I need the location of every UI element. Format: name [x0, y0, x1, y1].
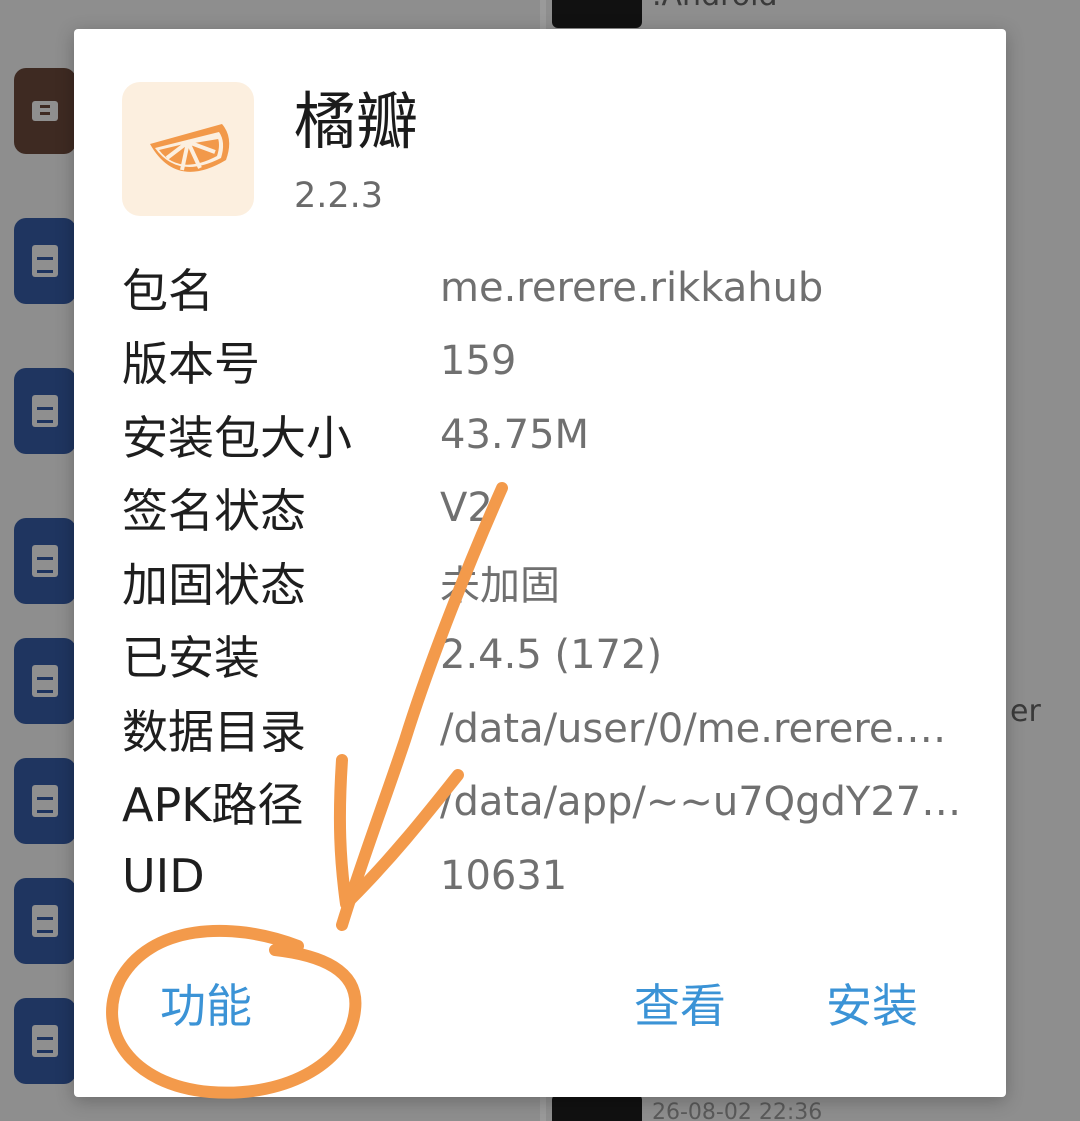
info-row-signature: 签名状态 V2	[122, 472, 962, 546]
info-value: me.rerere.rikkahub	[440, 264, 824, 311]
info-label: 版本号	[122, 337, 260, 392]
document-file-icon	[14, 638, 76, 724]
document-file-icon	[14, 998, 76, 1084]
file-thumbnail	[552, 1094, 642, 1121]
info-label: 数据目录	[122, 704, 306, 759]
document-file-icon	[14, 878, 76, 964]
app-info-list: 包名 me.rerere.rikkahub 版本号 159 安装包大小 43.7…	[122, 251, 962, 913]
info-row-version-code: 版本号 159	[122, 325, 962, 399]
code-file-icon	[14, 218, 76, 304]
info-value: 43.75M	[440, 411, 590, 458]
background-file-name: er	[1010, 694, 1041, 729]
document-file-icon	[14, 758, 76, 844]
info-label: 安装包大小	[122, 410, 352, 465]
download-icon	[14, 68, 76, 154]
info-row-installed: 已安装 2.4.5 (172)	[122, 619, 962, 693]
function-button[interactable]: 功能	[160, 971, 252, 1041]
screen: .Android er 26-08-02 22:36 橘瓣 2.2.3 包名 m…	[0, 0, 1080, 1121]
info-label: APK路径	[122, 778, 304, 833]
info-row-uid: UID 10631	[122, 839, 962, 913]
document-file-icon	[14, 518, 76, 604]
info-row-package-size: 安装包大小 43.75M	[122, 398, 962, 472]
info-row-package-name: 包名 me.rerere.rikkahub	[122, 251, 962, 325]
document-file-icon	[14, 368, 76, 454]
info-value: V2	[440, 485, 493, 532]
info-label: 加固状态	[122, 557, 306, 612]
background-file-name: .Android	[652, 0, 778, 13]
info-value: 10631	[440, 852, 568, 899]
background-file-date: 26-08-02 22:36	[652, 1100, 823, 1121]
info-value: 未加固	[440, 562, 560, 609]
view-button[interactable]: 查看	[634, 971, 726, 1041]
info-row-data-dir: 数据目录 /data/user/0/me.rerere.ri…	[122, 692, 962, 766]
info-label: 包名	[122, 263, 214, 318]
orange-slice-icon	[122, 82, 254, 216]
info-label: 已安装	[122, 631, 260, 686]
info-value: 2.4.5 (172)	[440, 632, 663, 679]
info-row-hardening: 加固状态 未加固	[122, 545, 962, 619]
app-name: 橘瓣	[294, 85, 419, 158]
app-version: 2.2.3	[294, 176, 384, 216]
info-label: 签名状态	[122, 484, 306, 539]
info-value: /data/app/~~u7QgdY27…	[440, 779, 962, 826]
info-row-apk-path: APK路径 /data/app/~~u7QgdY27…	[122, 766, 962, 840]
install-button[interactable]: 安装	[826, 971, 918, 1041]
info-value: 159	[440, 338, 517, 385]
info-value: /data/user/0/me.rerere.ri…	[440, 705, 962, 752]
file-thumbnail	[552, 0, 642, 28]
app-info-dialog: 橘瓣 2.2.3 包名 me.rerere.rikkahub 版本号 159 安…	[74, 29, 1006, 1097]
info-label: UID	[122, 848, 205, 903]
